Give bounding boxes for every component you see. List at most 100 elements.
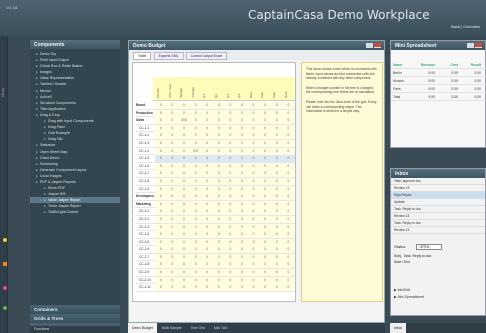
table-cell[interactable]: 0 [155,148,167,155]
table-cell[interactable]: 0 [248,277,260,284]
table-row[interactable]: CC-2-9 0 0 0 0 0 0 0 0 0 0 0 0 [135,269,295,277]
table-cell[interactable]: 0 [248,231,260,238]
table-cell[interactable]: 0 [225,246,237,253]
table-cell[interactable]: 0 [248,110,260,117]
table-cell[interactable]: 0 [248,186,260,193]
table-cell[interactable]: 0 [178,231,190,238]
table-cell[interactable]: 0 [283,277,295,284]
table-cell[interactable]: 0 [225,178,237,185]
table-cell[interactable]: 0 [213,193,225,200]
table-cell[interactable]: 0 [248,117,260,124]
table-cell[interactable]: 0 [225,132,237,139]
table-cell[interactable]: 0 [178,277,190,284]
bottom-tab-multi-sample[interactable]: Multi Sample [158,323,186,333]
table-cell[interactable]: 0 [283,148,295,155]
table-cell[interactable]: 0 [190,178,202,185]
inbox-item[interactable]: Update [391,199,485,206]
table-cell[interactable]: 0 [155,261,167,268]
table-cell[interactable]: 0 [259,269,271,276]
table-cell[interactable]: 0 [283,170,295,177]
table-cell[interactable]: 0 [248,170,260,177]
table-cell[interactable]: 0 [167,269,179,276]
table-cell[interactable]: 0 [155,246,167,253]
table-cell[interactable]: 0 [283,132,295,139]
table-cell[interactable]: 0 [236,163,248,170]
column-header[interactable]: Budget [179,88,183,98]
table-cell[interactable]: 0 [225,155,237,162]
table-cell[interactable]: 0 [283,186,295,193]
table-row[interactable]: CC-2-4 0 0 0 0 0 0 0 0 0 0 0 0 [135,231,295,239]
mini-cell[interactable]: 9,00 [414,85,437,93]
mini-cell[interactable]: 9,00 [414,69,437,77]
table-cell[interactable]: 0 [190,163,202,170]
table-row[interactable]: Sales 0 0 200 0 0 0 0 0 0 0 0 0 [135,117,295,125]
table-cell[interactable]: 0 [271,224,283,231]
table-cell[interactable]: 0 [190,140,202,147]
table-cell[interactable]: 0 [155,284,167,291]
table-cell[interactable]: 0 [155,208,167,215]
table-cell[interactable]: 0 [225,208,237,215]
table-cell[interactable]: 0 [236,269,248,276]
bottom-tab-mini-tag[interactable]: Mini TAG [210,323,232,333]
table-cell[interactable]: 0 [271,163,283,170]
column-header[interactable]: Q3 [226,94,230,98]
table-row[interactable]: CC-1-5 0 0 0 0 0 0 0 0 0 0 0 0 [135,155,295,163]
table-cell[interactable]: 0 [178,224,190,231]
table-cell[interactable]: 0 [190,155,202,162]
table-cell[interactable]: 0 [225,186,237,193]
table-cell[interactable]: 0 [283,231,295,238]
table-cell[interactable]: 0 [167,216,179,223]
table-cell[interactable]: 0 [271,231,283,238]
table-row[interactable]: CC-2-5 0 0 0 0 0 0 0 0 0 0 0 0 [135,238,295,247]
table-cell[interactable]: 0 [283,125,295,132]
table-cell[interactable]: 0 [248,216,260,223]
table-cell[interactable]: 0 [190,170,202,177]
table-cell[interactable]: 0 [190,277,202,284]
table-cell[interactable]: 0 [259,208,271,215]
table-cell[interactable]: 0 [271,269,283,276]
table-cell[interactable]: 0 [167,125,179,132]
table-cell[interactable]: 0 [201,216,213,223]
table-cell[interactable]: 0 [167,284,179,291]
table-cell[interactable]: 0 [167,140,179,147]
table-cell[interactable]: 0 [167,208,179,215]
table-cell[interactable]: 0 [283,140,295,147]
table-cell[interactable]: 0 [225,125,237,132]
table-cell[interactable]: 0 [213,117,225,124]
table-cell[interactable]: 0 [190,193,202,200]
table-cell[interactable]: 0 [225,269,237,276]
table-cell[interactable]: 0 [248,148,260,155]
table-cell[interactable]: 0 [248,125,260,132]
table-cell[interactable]: 0 [213,231,225,238]
table-cell[interactable]: 0 [271,261,283,268]
table-cell[interactable]: 0 [248,155,260,162]
table-row[interactable]: CC-1-4 0 0 0 100 0 0 0 0 0 0 0 0 [135,147,295,156]
table-cell[interactable]: 0 [201,178,213,185]
table-cell[interactable]: 0 [201,284,213,291]
table-row[interactable]: CC-2-10 0 0 0 0 0 0 0 0 0 0 0 0 [135,276,295,285]
table-cell[interactable]: 0 [236,170,248,177]
table-cell[interactable]: 0 [236,231,248,238]
table-cell[interactable]: 0 [283,224,295,231]
table-cell[interactable]: 0 [178,201,190,208]
table-cell[interactable]: 0 [178,246,190,253]
table-cell[interactable]: 0 [225,140,237,147]
table-cell[interactable]: 0 [259,125,271,132]
user-icon[interactable] [3,286,7,290]
table-cell[interactable]: 0 [283,239,295,246]
table-cell[interactable]: 0 [201,224,213,231]
table-cell[interactable]: 0 [201,269,213,276]
tab-table[interactable]: Table [133,52,152,60]
table-cell[interactable]: 0 [236,102,248,109]
table-cell[interactable]: 0 [190,117,202,124]
table-cell[interactable]: 0 [190,224,202,231]
table-cell[interactable]: 0 [190,102,202,109]
column-header[interactable]: Q2 [214,94,218,98]
bulb-icon[interactable] [3,238,7,242]
table-cell[interactable]: 0 [167,132,179,139]
mini-cell[interactable]: Paris [391,85,414,93]
table-cell[interactable]: 0 [225,163,237,170]
inbox-item[interactable]: Task: Reply to doc [391,220,485,227]
table-cell[interactable]: 200 [178,117,190,124]
table-cell[interactable]: 0 [283,216,295,223]
